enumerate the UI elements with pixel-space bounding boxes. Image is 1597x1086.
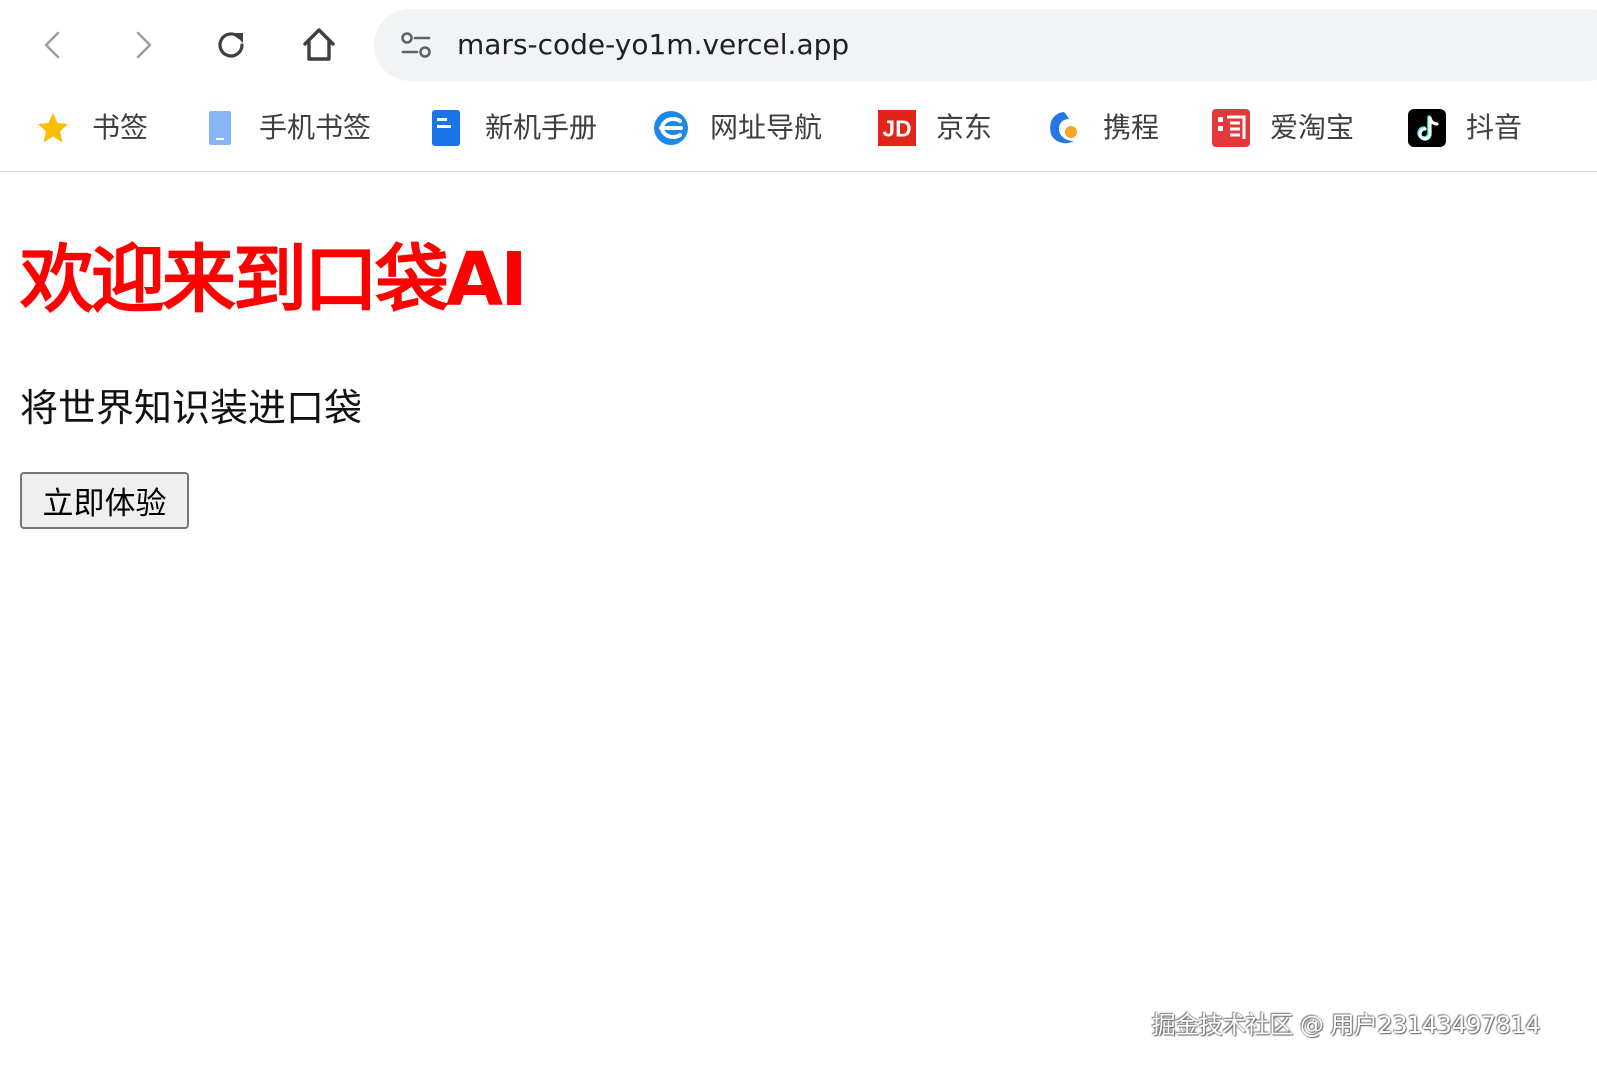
try-now-button[interactable]: 立即体验 [20,472,189,529]
svg-text:JD: JD [882,116,911,142]
document-icon [427,109,465,147]
e-logo-icon [652,109,690,147]
bookmark-label: 爱淘宝 [1270,111,1355,144]
bookmark-taobao[interactable]: 爱淘宝 [1212,106,1354,150]
bookmark-label: 京东 [936,111,993,144]
bookmark-label: 书签 [92,111,149,144]
tune-icon [401,32,431,58]
bookmarks-bar: 书签 手机书签 新机手册 网址导航 JD 京东 携程 爱淘宝 抖音 [0,90,1597,172]
forward-button[interactable] [116,18,170,72]
bookmark-shuqian[interactable]: 书签 [34,106,148,150]
back-button[interactable] [26,18,80,72]
bookmark-mobile[interactable]: 手机书签 [201,106,371,150]
dolphin-logo-icon [1045,109,1083,147]
bookmark-label: 手机书签 [259,111,372,144]
reload-icon [218,32,244,58]
home-icon [303,28,335,61]
reload-button[interactable] [204,18,258,72]
bookmark-manual[interactable]: 新机手册 [427,106,597,150]
bookmark-label: 网址导航 [710,111,823,144]
bookmark-jd[interactable]: JD 京东 [878,106,992,150]
watermark: 掘金技术社区 @ 用户23143497814 [1151,1011,1541,1039]
bookmark-douyin[interactable]: 抖音 [1408,106,1522,150]
page-subtitle: 将世界知识装进口袋 [20,386,363,430]
bookmark-label: 携程 [1103,111,1160,144]
forward-arrow-icon [136,31,152,59]
navigation-bar: mars-code-yo1m.vercel.app [0,0,1597,90]
douyin-logo-icon [1408,109,1446,147]
mobile-icon [201,109,239,147]
bookmark-label: 新机手册 [485,111,598,144]
back-arrow-icon [44,31,60,59]
address-bar[interactable]: mars-code-yo1m.vercel.app [374,9,1597,81]
taobao-logo-icon [1212,109,1250,147]
url-text[interactable]: mars-code-yo1m.vercel.app [457,26,849,64]
site-info-button[interactable] [396,25,436,65]
page-content: 欢迎来到口袋AI 将世界知识装进口袋 立即体验 [0,172,1597,1086]
bookmark-nav[interactable]: 网址导航 [652,106,822,150]
page-title: 欢迎来到口袋AI [20,237,528,323]
bookmark-ctrip[interactable]: 携程 [1045,106,1159,150]
star-icon [34,109,72,147]
bookmark-label: 抖音 [1466,111,1523,144]
home-button[interactable] [292,18,346,72]
jd-logo-icon: JD [878,109,916,147]
browser-chrome: mars-code-yo1m.vercel.app 书签 手机书签 新机手册 网… [0,0,1597,172]
